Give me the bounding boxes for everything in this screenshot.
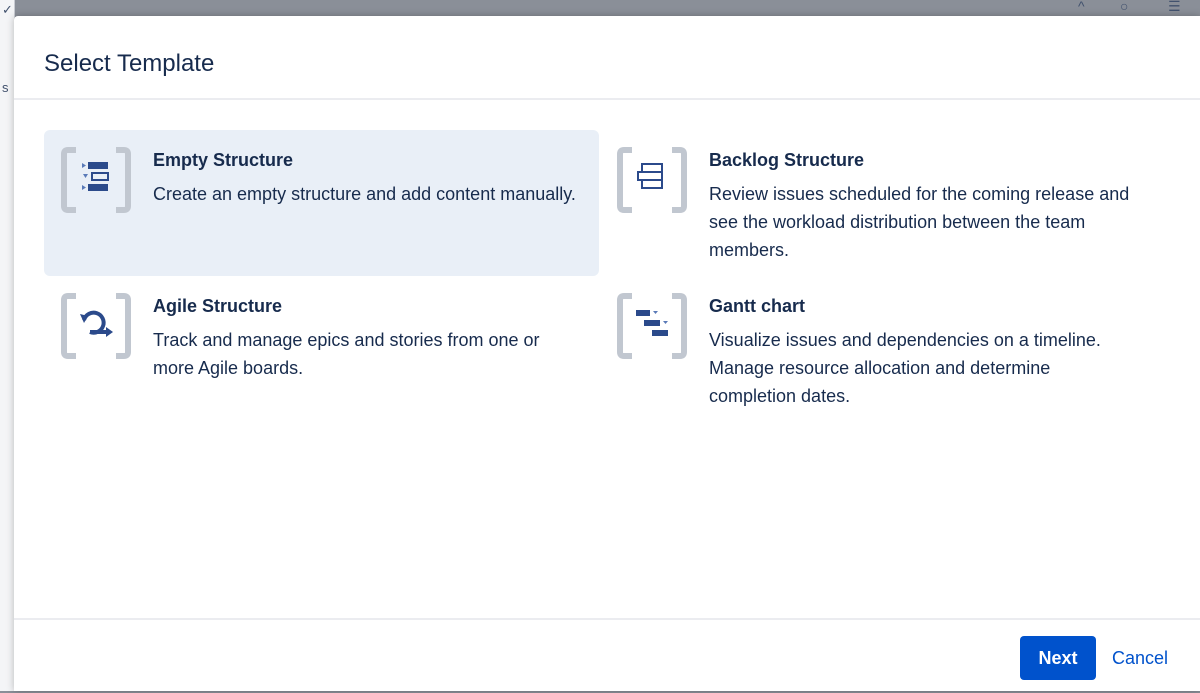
background-text-fragment: s <box>2 80 9 95</box>
gantt-chart-icon <box>617 293 687 359</box>
template-card-gantt-chart[interactable]: Gantt chart Visualize issues and depende… <box>600 276 1155 422</box>
background-help-icon: ○ <box>1120 0 1129 14</box>
agile-structure-icon <box>61 293 131 359</box>
template-name: Backlog Structure <box>709 150 865 170</box>
template-name: Empty Structure <box>153 150 294 170</box>
template-list: Empty Structure Create an empty structur… <box>14 100 1200 618</box>
template-description: Track and manage epics and stories from … <box>153 330 540 378</box>
template-description: Review issues scheduled for the coming r… <box>709 184 1130 260</box>
empty-structure-icon <box>61 147 131 213</box>
template-description: Create an empty structure and add conten… <box>153 184 576 204</box>
template-name: Gantt chart <box>709 296 806 316</box>
cancel-button[interactable]: Cancel <box>1106 636 1174 680</box>
background-chevron-icon: ✓ <box>2 2 13 17</box>
dialog-header: Select Template <box>14 16 1200 100</box>
template-card-backlog-structure[interactable]: Backlog Structure Review issues schedule… <box>600 130 1155 276</box>
background-menu-icon: ☰ <box>1168 0 1181 14</box>
select-template-dialog: Select Template Empty Structure Create a… <box>14 16 1200 691</box>
background-page-edge: ✓ s <box>0 0 15 691</box>
background-caret-icon: ^ <box>1078 0 1085 14</box>
template-card-agile-structure[interactable]: Agile Structure Track and manage epics a… <box>44 276 599 422</box>
dialog-title: Select Template <box>44 50 215 77</box>
template-card-empty-structure[interactable]: Empty Structure Create an empty structur… <box>44 130 599 276</box>
template-description: Visualize issues and dependencies on a t… <box>709 330 1101 406</box>
backlog-structure-icon <box>617 147 687 213</box>
next-button[interactable]: Next <box>1020 636 1096 680</box>
dialog-footer: Next Cancel <box>14 618 1200 693</box>
template-name: Agile Structure <box>153 296 283 316</box>
